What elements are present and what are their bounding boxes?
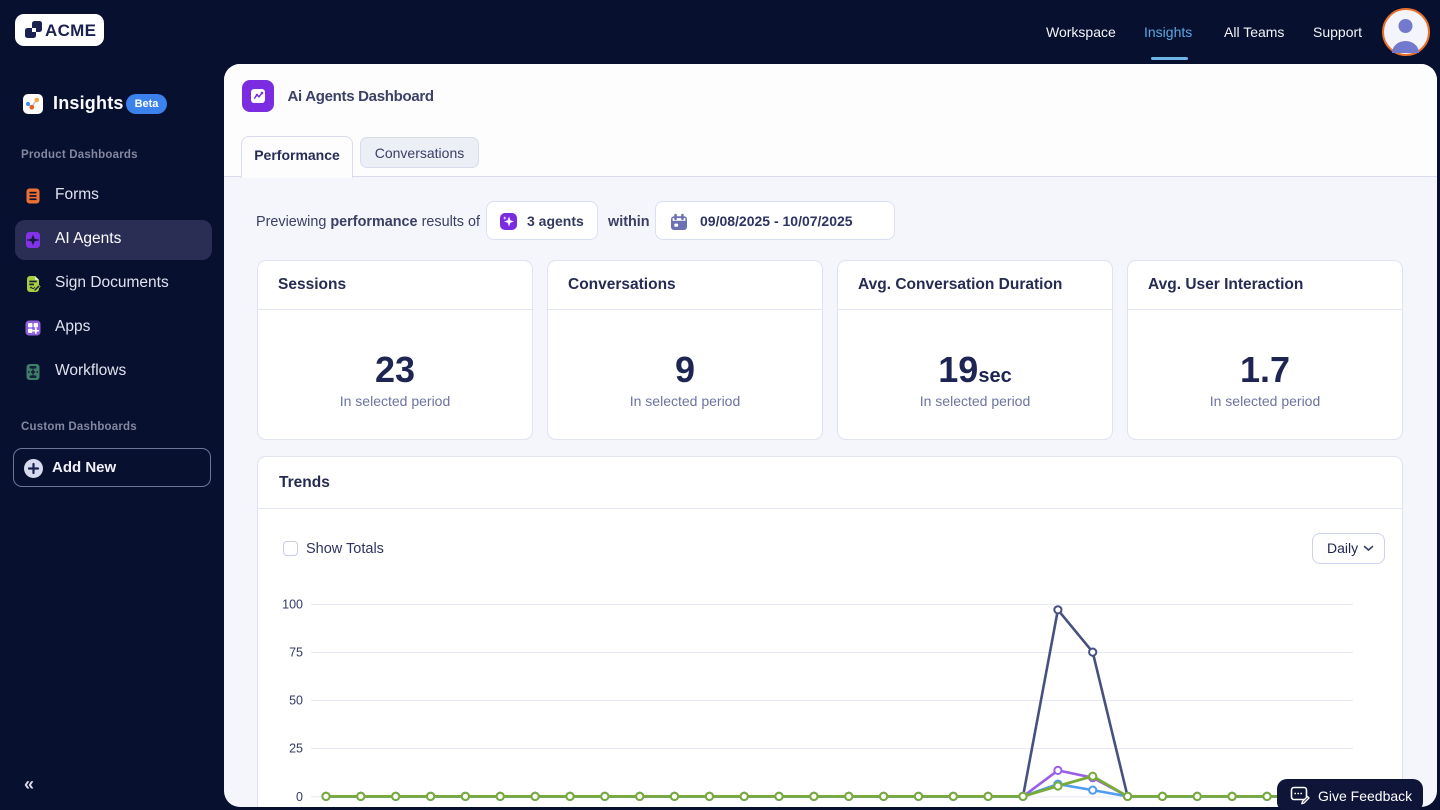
svg-text:50: 50 xyxy=(289,694,303,708)
svg-text:75: 75 xyxy=(289,646,303,660)
svg-text:0: 0 xyxy=(296,790,303,804)
svg-text:25: 25 xyxy=(289,742,303,756)
svg-text:100: 100 xyxy=(282,598,303,612)
